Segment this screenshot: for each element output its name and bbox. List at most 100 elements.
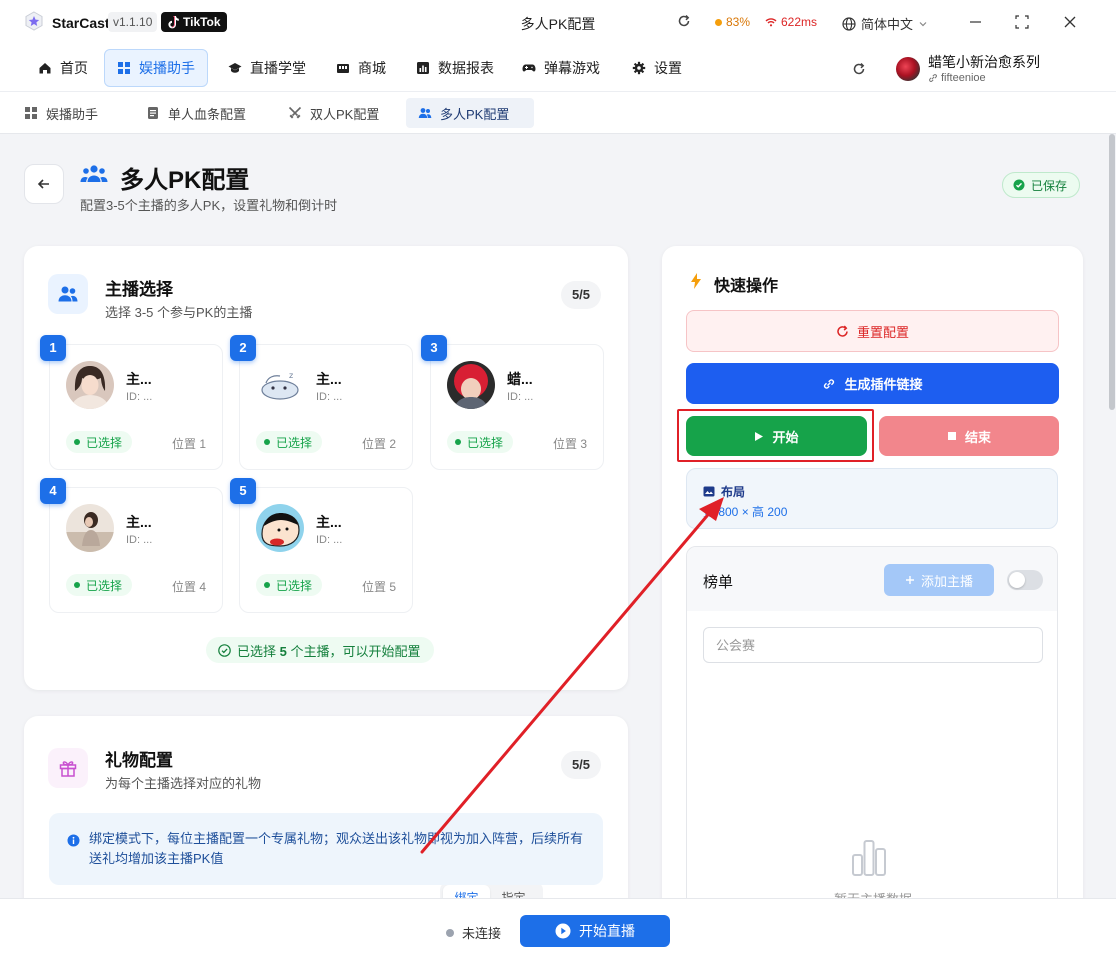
platform-label: TikTok: [183, 15, 221, 29]
gift-config-subtitle: 为每个主播选择对应的礼物: [105, 776, 262, 791]
generate-plugin-link-label: 生成插件链接: [844, 377, 923, 392]
host-number: 2: [230, 335, 256, 361]
check-circle-icon: [218, 643, 231, 657]
host-card[interactable]: 4 主... ID: ... 已选择 位置 4: [40, 478, 223, 613]
saved-label: 已保存: [1031, 178, 1068, 193]
ranking-header: 榜单 添加主播: [687, 547, 1057, 611]
wifi-icon: [765, 18, 777, 27]
layout-title: 布局: [721, 485, 746, 499]
subtab-multi-pk-config[interactable]: 多人PK配置: [406, 98, 534, 128]
subtab-single-hp-config[interactable]: 单人血条配置: [134, 98, 258, 128]
cpu-status: 83%: [715, 15, 750, 29]
chevron-down-icon: [919, 21, 927, 26]
user-avatar[interactable]: [896, 57, 920, 81]
gift-icon: [59, 761, 77, 777]
scrollbar[interactable]: [1108, 134, 1116, 898]
user-handle-text: fifteenioe: [941, 72, 986, 84]
host-id: ID: ...: [126, 534, 153, 546]
host-select-icon-box: [48, 274, 88, 314]
generate-plugin-link-button[interactable]: 生成插件链接: [686, 363, 1059, 404]
nav-settings[interactable]: 设置: [620, 49, 694, 87]
host-avatar: [66, 361, 114, 409]
tiktok-icon: [168, 16, 179, 29]
selected-label: 已选择: [276, 435, 313, 450]
link-icon: [929, 74, 937, 82]
globe-icon: [842, 16, 856, 31]
status-dot-icon: [264, 439, 270, 445]
selected-badge: 已选择: [256, 574, 323, 596]
reload-icon[interactable]: [852, 62, 866, 76]
version-badge: v1.1.10: [108, 12, 158, 32]
language-select[interactable]: 简体中文: [842, 14, 928, 33]
subtab-entertainment-assistant[interactable]: 娱播助手: [12, 98, 110, 128]
document-icon: [148, 107, 158, 119]
users-icon: [418, 108, 432, 118]
grid-icon: [25, 107, 37, 119]
status-dot-icon: [74, 582, 80, 588]
nav-store[interactable]: 商城: [324, 49, 398, 87]
gift-count: 5/5: [561, 751, 601, 779]
minimize-button[interactable]: [966, 12, 986, 32]
layout-info: 布局 宽 800 × 高 200: [686, 468, 1058, 529]
app-logo-icon: [25, 11, 43, 31]
ranking-toggle[interactable]: [1007, 570, 1043, 590]
host-card[interactable]: 1 主... ID: ... 已选择 位置 1: [40, 335, 223, 470]
host-avatar: [256, 504, 304, 552]
saved-badge: 已保存: [1002, 172, 1081, 198]
selected-badge: 已选择: [66, 574, 133, 596]
host-position: 位置 4: [171, 580, 206, 594]
add-host-button[interactable]: 添加主播: [884, 564, 994, 596]
refresh-icon[interactable]: [677, 14, 691, 28]
host-name: 蜡...: [507, 371, 533, 387]
nav-home-label: 首页: [60, 60, 88, 76]
selected-badge: 已选择: [256, 431, 323, 453]
connection-label: 未连接: [462, 926, 502, 941]
reset-config-button[interactable]: 重置配置: [686, 310, 1059, 352]
host-id: ID: ...: [316, 534, 343, 546]
host-name: 主...: [316, 514, 342, 530]
app-name: StarCast: [52, 15, 110, 31]
subtab-duo-pk-config[interactable]: 双人PK配置: [276, 98, 391, 128]
scrollbar-thumb[interactable]: [1109, 134, 1115, 410]
nav-live-school-label: 直播学堂: [250, 60, 306, 76]
status-dot-icon: [455, 439, 461, 445]
mode-assign-tab[interactable]: 指定: [490, 885, 537, 898]
status-dot-icon: [264, 582, 270, 588]
nav-data-report-label: 数据报表: [438, 60, 494, 76]
close-button[interactable]: [1060, 12, 1080, 32]
subtab-label: 单人血条配置: [168, 106, 247, 122]
users-icon: [58, 286, 78, 302]
layout-dimensions: 宽 800 × 高 200: [703, 505, 788, 519]
start-live-button[interactable]: 开始直播: [520, 915, 670, 947]
host-card[interactable]: 3 蜡... ID: ... 已选择 位置 3: [421, 335, 604, 470]
status-dot-icon: [446, 928, 454, 937]
summary-suffix: 个主播，可以开始配置: [286, 643, 421, 659]
page-title: 多人PK配置: [120, 167, 250, 194]
bar-chart-icon: [852, 840, 886, 876]
lightning-icon: [691, 273, 701, 289]
host-card[interactable]: 2 z 主... ID: ... 已选择 位置 2: [230, 335, 413, 470]
back-button[interactable]: [24, 164, 64, 204]
cpu-dot-icon: [715, 18, 722, 26]
ranking-card: 榜单 添加主播 暂无主播数据: [686, 546, 1058, 898]
grid-icon: [118, 62, 130, 74]
selected-label: 已选择: [86, 435, 123, 450]
gift-info-text: 绑定模式下，每位主播配置一个专属礼物；观众送出该礼物即视为加入阵营，后续所有送礼…: [89, 831, 584, 866]
nav-live-school[interactable]: 直播学堂: [216, 49, 318, 87]
host-card[interactable]: 5 主... ID: ... 已选择 位置 5: [230, 478, 413, 613]
gift-config-title: 礼物配置: [105, 751, 173, 770]
mode-bind-tab[interactable]: 绑定: [443, 885, 490, 898]
maximize-button[interactable]: [1012, 12, 1032, 32]
chart-icon: [417, 62, 429, 74]
end-button[interactable]: 结束: [879, 416, 1059, 456]
connection-status: 未连接: [446, 923, 501, 942]
network-status: 622ms: [765, 15, 817, 29]
host-number: 1: [40, 335, 66, 361]
home-icon: [39, 63, 51, 74]
nav-data-report[interactable]: 数据报表: [404, 49, 506, 87]
ranking-name-input[interactable]: [703, 627, 1043, 663]
host-name: 主...: [126, 514, 152, 530]
nav-home[interactable]: 首页: [26, 49, 100, 87]
nav-danmaku-games[interactable]: 弹幕游戏: [510, 49, 612, 87]
nav-entertainment-assistant[interactable]: 娱播助手: [104, 49, 208, 87]
